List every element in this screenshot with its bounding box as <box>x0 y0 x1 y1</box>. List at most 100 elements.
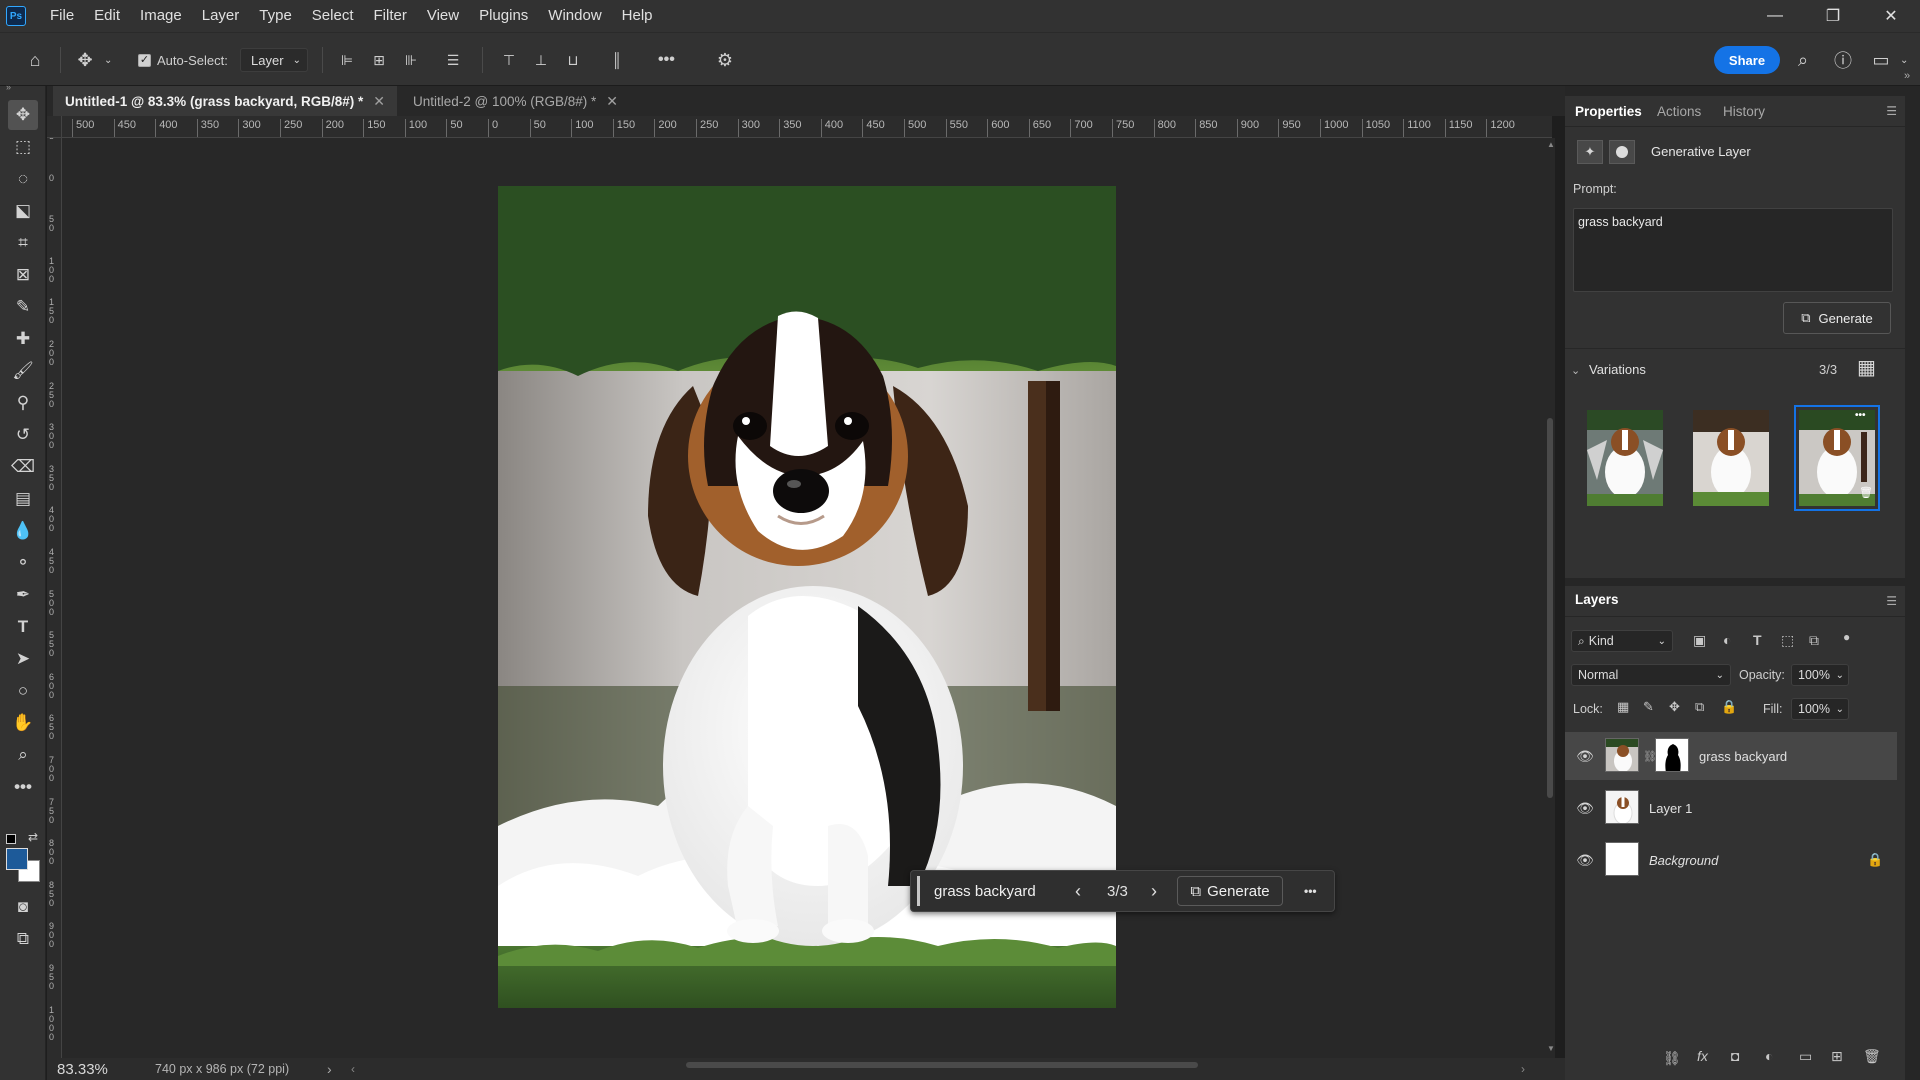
layer-name[interactable]: grass backyard <box>1699 749 1787 764</box>
align-right-icon[interactable]: ⊪ <box>398 33 424 87</box>
marquee-tool-icon[interactable]: ⬚ <box>8 132 38 162</box>
checkbox-checked-icon[interactable]: ✓ <box>138 53 151 67</box>
default-colors-icon[interactable] <box>6 834 16 844</box>
workspace-icon[interactable]: ▭ <box>1868 33 1894 87</box>
panel-menu-icon[interactable]: ☰ <box>1886 104 1897 118</box>
home-icon[interactable]: ⌂ <box>22 33 48 87</box>
help-icon[interactable]: ⓘ <box>1830 33 1856 87</box>
layer-mask-thumbnail[interactable] <box>1655 738 1689 772</box>
lock-position-icon[interactable]: ✥ <box>1669 699 1680 715</box>
distribute-vertical-icon[interactable]: ║ <box>604 33 630 87</box>
close-window-icon[interactable]: ✕ <box>1862 0 1920 32</box>
filter-type-icon[interactable]: T <box>1753 632 1762 648</box>
collapse-dock-icon[interactable]: » <box>1904 70 1910 82</box>
align-center-icon[interactable]: ⊞ <box>366 33 392 87</box>
fill-field[interactable]: 100% ⌄ <box>1791 698 1849 720</box>
context-generate-button[interactable]: ⧉ Generate <box>1177 876 1283 906</box>
scroll-right-icon[interactable]: › <box>1521 1062 1525 1076</box>
menu-help[interactable]: Help <box>612 0 663 32</box>
distribute-icon[interactable]: ☰ <box>440 33 466 87</box>
grid-view-icon[interactable]: ▦ <box>1857 358 1876 378</box>
visibility-eye-icon[interactable]: 👁 <box>1575 748 1595 765</box>
menu-image[interactable]: Image <box>130 0 192 32</box>
layer-row-grass-backyard[interactable]: 👁 ⛓ grass backyard <box>1565 732 1897 780</box>
more-options-icon[interactable]: ••• <box>658 33 675 87</box>
generate-button[interactable]: ⧉ Generate <box>1783 302 1891 334</box>
context-prompt-field[interactable]: grass backyard <box>917 876 1067 906</box>
layer-style-fx-icon[interactable]: fx <box>1697 1048 1708 1064</box>
path-selection-tool-icon[interactable]: ➤ <box>8 644 38 674</box>
add-mask-icon[interactable]: ◘ <box>1731 1048 1739 1064</box>
more-tools-icon[interactable]: ••• <box>8 772 38 802</box>
document-dimensions[interactable]: 740 px x 986 px (72 ppi) <box>155 1062 289 1076</box>
menu-view[interactable]: View <box>417 0 469 32</box>
scroll-left-icon[interactable]: ‹ <box>351 1062 355 1076</box>
horizontal-scroll-thumb[interactable] <box>686 1062 1198 1068</box>
close-icon[interactable]: ✕ <box>606 93 618 110</box>
layers-title[interactable]: Layers <box>1575 592 1619 607</box>
menu-file[interactable]: File <box>40 0 84 32</box>
dodge-tool-icon[interactable]: ⚬ <box>8 548 38 578</box>
layer-thumbnail[interactable] <box>1605 842 1639 876</box>
chevron-down-icon[interactable]: ⌄ <box>1571 364 1580 377</box>
lasso-tool-icon[interactable]: ◌ <box>8 164 38 194</box>
new-layer-icon[interactable]: ⊞ <box>1831 1048 1843 1065</box>
variation-thumbnail-2[interactable] <box>1693 410 1769 506</box>
tab-untitled-2[interactable]: Untitled-2 @ 100% (RGB/8#) * ✕ <box>401 86 630 116</box>
share-button[interactable]: Share <box>1714 46 1780 74</box>
tab-actions[interactable]: Actions <box>1657 96 1701 126</box>
menu-plugins[interactable]: Plugins <box>469 0 538 32</box>
filter-adjustment-icon[interactable]: ◐ <box>1723 632 1731 648</box>
tab-untitled-1[interactable]: Untitled-1 @ 83.3% (grass backyard, RGB/… <box>53 86 397 116</box>
delete-layer-icon[interactable]: 🗑 <box>1863 1048 1881 1065</box>
scroll-up-icon[interactable]: ▲ <box>1547 140 1555 149</box>
vertical-scroll-thumb[interactable] <box>1547 418 1553 798</box>
visibility-eye-icon[interactable]: 👁 <box>1575 800 1595 817</box>
layer-thumbnail[interactable] <box>1605 790 1639 824</box>
blur-tool-icon[interactable]: 💧 <box>8 516 38 546</box>
align-top-icon[interactable]: ⊤ <box>496 33 522 87</box>
chevron-down-icon[interactable]: ⌄ <box>104 33 112 87</box>
zoom-tool-icon[interactable]: ⌕ <box>8 740 38 770</box>
previous-variation-icon[interactable]: ‹ <box>1075 871 1081 911</box>
swap-colors-icon[interactable]: ⇄ <box>28 830 38 844</box>
status-expand-icon[interactable]: › <box>327 1061 332 1077</box>
close-icon[interactable]: ✕ <box>373 93 385 110</box>
variation-thumbnail-1[interactable] <box>1587 410 1663 506</box>
layer-name[interactable]: Layer 1 <box>1649 801 1692 816</box>
foreground-color-swatch[interactable] <box>6 848 28 870</box>
collapse-panel-icon[interactable]: » <box>6 82 11 92</box>
search-icon[interactable]: ⌕ <box>1790 33 1816 87</box>
trash-icon[interactable]: 🗑 <box>1859 486 1873 499</box>
panel-menu-icon[interactable]: ☰ <box>1886 594 1897 608</box>
horizontal-ruler[interactable]: 500 450 400 350 300 250 200 150 100 50 0 50 100 150 20… <box>62 116 1552 138</box>
filter-smart-object-icon[interactable]: ⧉ <box>1809 632 1819 649</box>
menu-edit[interactable]: Edit <box>84 0 130 32</box>
prompt-textarea[interactable]: grass backyard <box>1573 208 1893 292</box>
screen-mode-icon[interactable]: ⧉ <box>8 924 38 954</box>
filter-toggle-icon[interactable]: ● <box>1843 630 1850 644</box>
blend-mode-dropdown[interactable]: Normal ⌄ <box>1571 664 1731 686</box>
next-variation-icon[interactable]: › <box>1151 871 1157 911</box>
vertical-ruler[interactable]: 5 0 5 0 1 0 0 1 5 0 2 0 0 2 5 0 3 0 0 3 5 0 4 0 0… <box>47 138 62 1058</box>
menu-layer[interactable]: Layer <box>192 0 250 32</box>
adjustment-layer-icon[interactable]: ◐ <box>1765 1048 1773 1064</box>
minimize-icon[interactable]: — <box>1746 0 1804 32</box>
brush-tool-icon[interactable]: 🖌 <box>8 356 38 386</box>
auto-select-checkbox[interactable]: ✓ Auto-Select: <box>138 33 228 87</box>
menu-type[interactable]: Type <box>249 0 302 32</box>
menu-window[interactable]: Window <box>538 0 611 32</box>
link-layers-icon[interactable]: ⛓ <box>1663 1050 1681 1067</box>
lock-artboard-icon[interactable]: ⧉ <box>1695 699 1704 715</box>
opacity-field[interactable]: 100% ⌄ <box>1791 664 1849 686</box>
move-tool-icon[interactable]: ✥ <box>8 100 38 130</box>
variation-thumbnail-3[interactable]: ••• 🗑 <box>1794 405 1880 511</box>
crop-tool-icon[interactable]: ⌗ <box>8 228 38 258</box>
layer-thumbnail[interactable] <box>1605 738 1639 772</box>
layer-filter-kind-dropdown[interactable]: ⌕ Kind ⌄ <box>1571 630 1673 652</box>
align-left-icon[interactable]: ⊫ <box>334 33 360 87</box>
object-selection-tool-icon[interactable]: ⬕ <box>8 196 38 226</box>
quick-mask-icon[interactable]: ◙ <box>8 892 38 922</box>
layer-name[interactable]: Background <box>1649 853 1718 868</box>
frame-tool-icon[interactable]: ⊠ <box>8 260 38 290</box>
